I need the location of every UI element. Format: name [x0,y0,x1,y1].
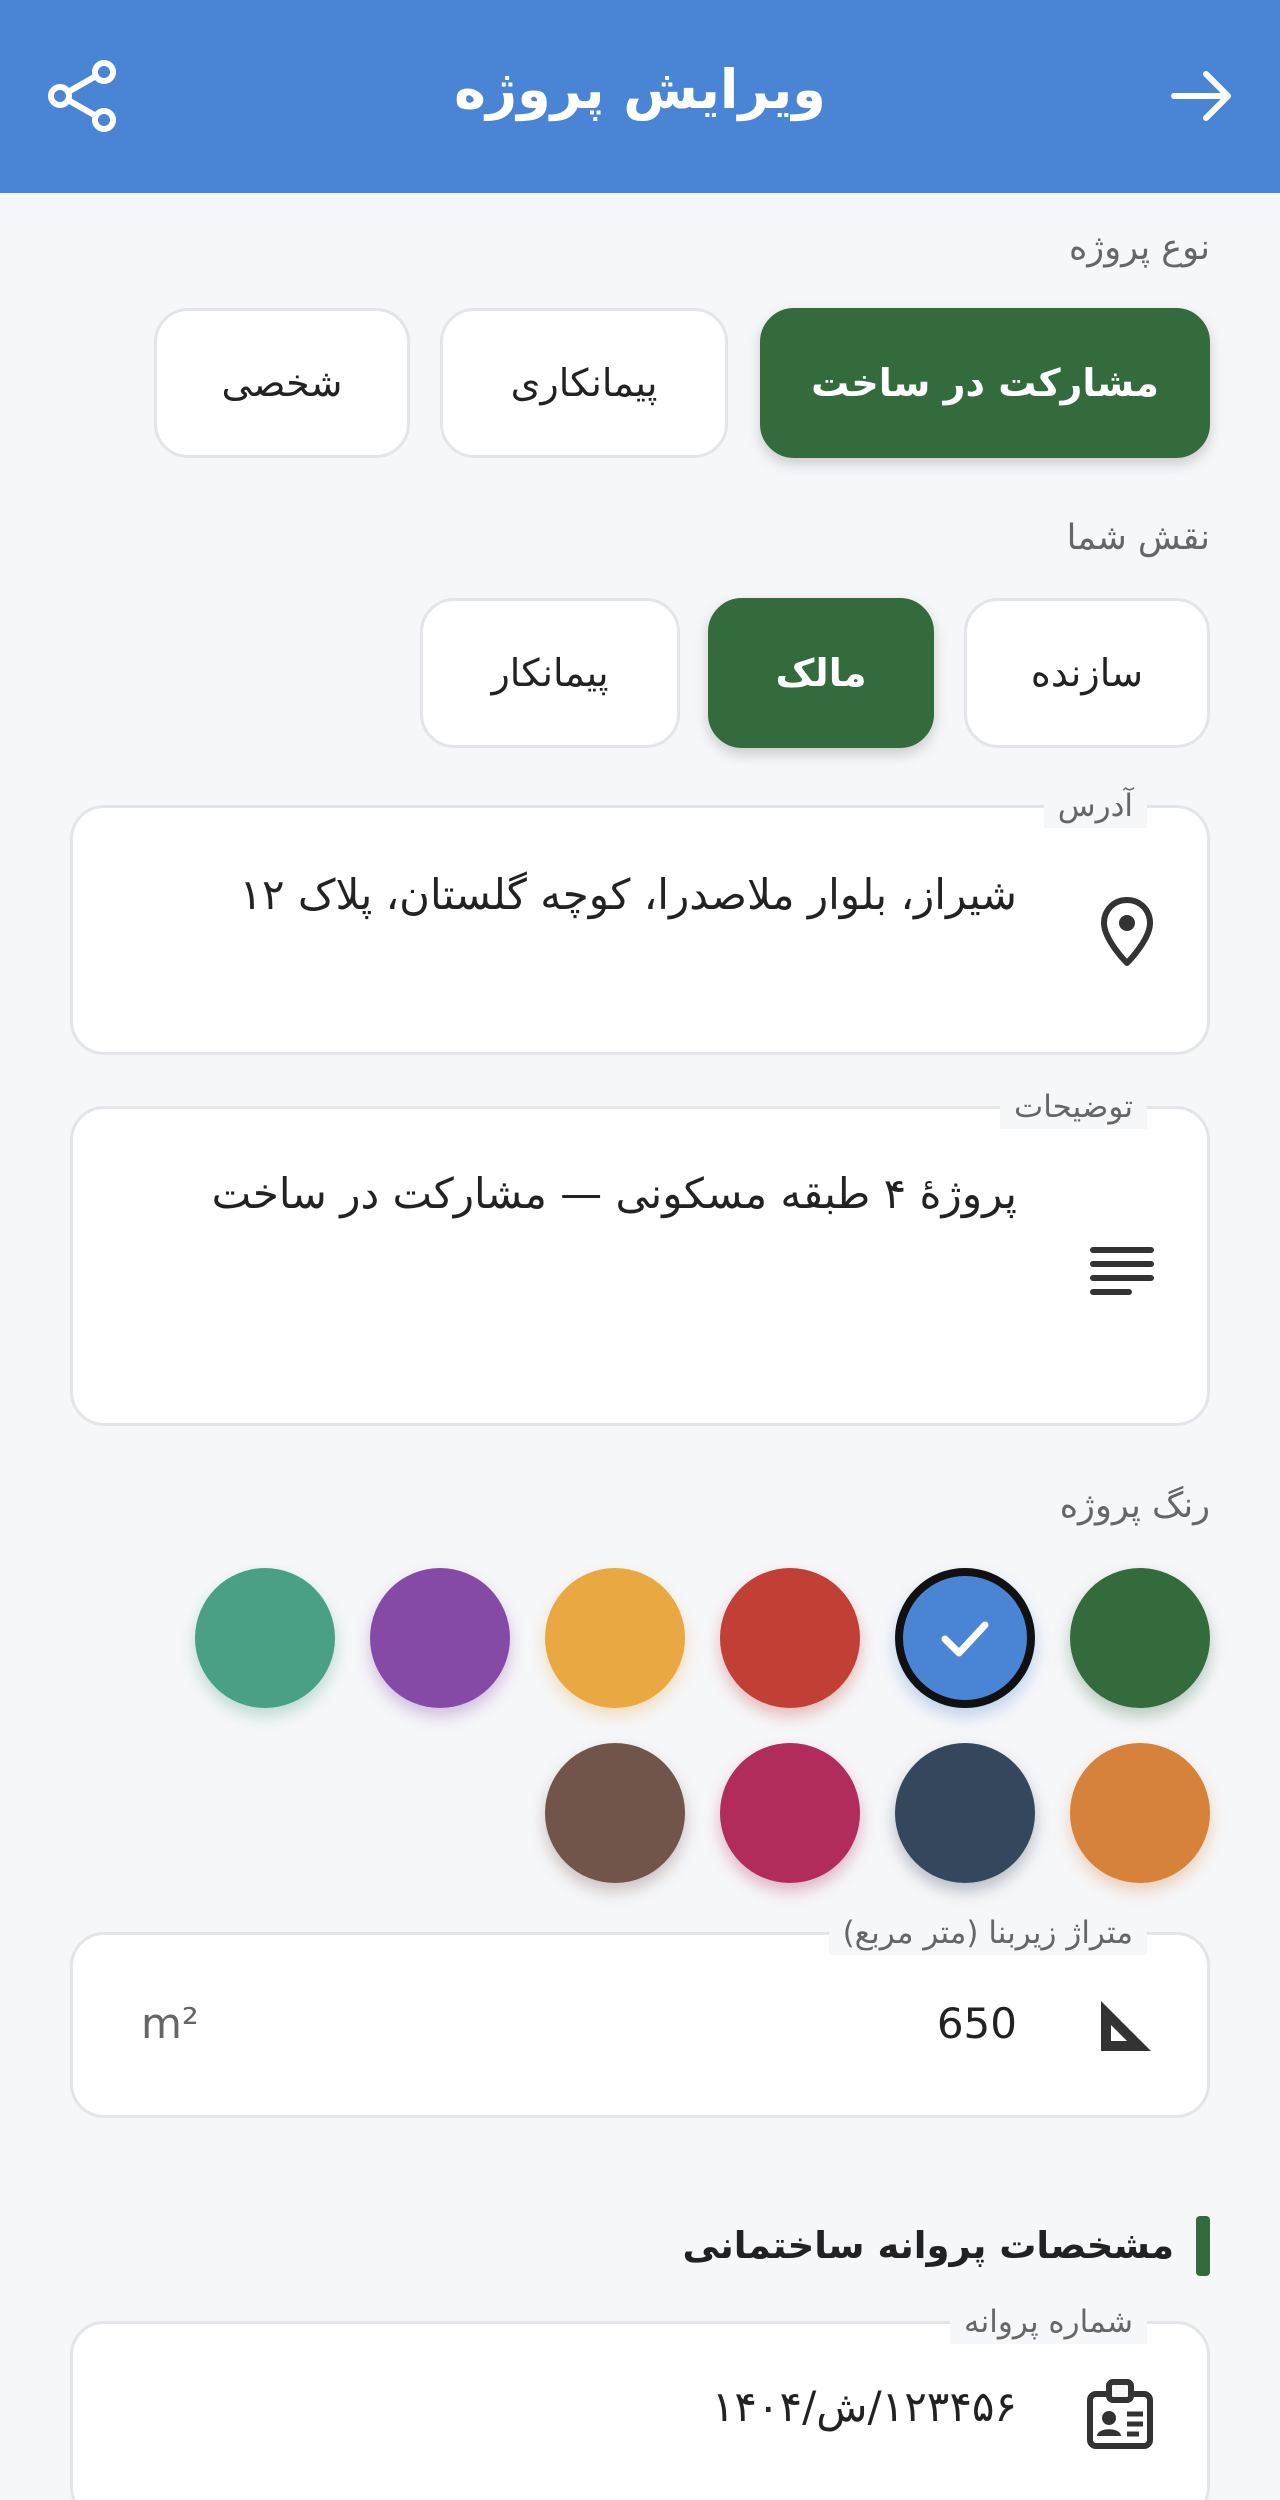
color-swatch[interactable] [545,1743,685,1883]
color-swatch[interactable] [1070,1743,1210,1883]
address-value: شیراز، بلوار ملاصدرا، کوچه گلستان، پلاک … [239,870,1017,919]
color-swatch[interactable] [195,1568,335,1708]
project-type-chip-personal[interactable]: شخصی [154,308,410,458]
permit-number-value: ۱۲۳۴۵۶/ش/۱۴۰۴ [711,2382,1017,2431]
address-field[interactable]: آدرس شیراز، بلوار ملاصدرا، کوچه گلستان، … [70,784,1210,1055]
description-field[interactable]: توضیحات پروژهٔ ۴ طبقه مسکونی — مشارکت در… [70,1085,1210,1426]
checkmark-icon [941,1621,989,1657]
role-chip-builder[interactable]: سازنده [964,598,1210,748]
color-swatch[interactable] [1070,1568,1210,1708]
color-swatch[interactable] [895,1743,1035,1883]
permit-section-heading: مشخصات پروانه ساختمانی [682,2214,1210,2278]
description-label: توضیحات [1000,1085,1147,1129]
permit-number-field[interactable]: شماره پروانه ۱۲۳۴۵۶/ش/۱۴۰۴ [70,2300,1210,2500]
project-type-chip-contracting[interactable]: پیمانکاری [440,308,728,458]
address-label: آدرس [1043,784,1147,828]
color-swatch[interactable] [720,1743,860,1883]
color-swatch[interactable] [895,1568,1035,1708]
area-label: متراژ زیربنا (متر مربع) [828,1911,1147,1955]
app-bar: ویرایش پروژه [0,0,1280,193]
share-icon[interactable] [46,58,122,134]
color-swatch[interactable] [370,1568,510,1708]
color-swatch[interactable] [720,1568,860,1708]
area-field[interactable]: متراژ زیربنا (متر مربع) 650 m² [70,1911,1210,2118]
ruler-triangle-icon [1101,2001,1151,2051]
permit-number-label: شماره پروانه [950,2300,1147,2344]
role-label: نقش شما [1066,518,1210,558]
notes-icon [1090,1247,1154,1295]
color-label: رنگ پروژه [1059,1486,1210,1526]
area-unit: m² [141,1999,199,2048]
description-value: پروژهٔ ۴ طبقه مسکونی — مشارکت در ساخت [211,1169,1017,1218]
page-title: ویرایش پروژه [454,58,826,121]
role-chip-owner[interactable]: مالک [708,598,934,748]
project-type-chip-partnership[interactable]: مشارکت در ساخت [760,308,1210,458]
area-value: 650 [936,1999,1017,2048]
role-chip-contractor[interactable]: پیمانکار [420,598,680,748]
location-pin-icon [1101,897,1153,966]
color-swatch[interactable] [545,1568,685,1708]
project-type-label: نوع پروژه [1068,228,1210,268]
id-badge-icon [1087,2379,1153,2449]
